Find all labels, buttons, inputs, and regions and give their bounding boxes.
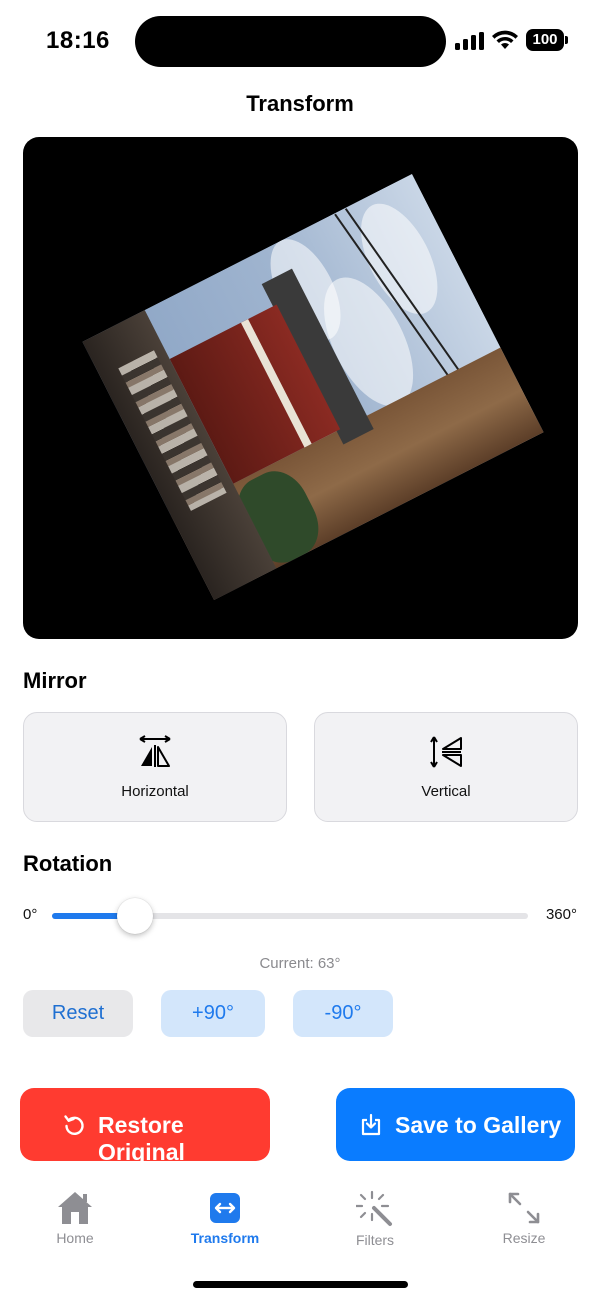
tab-filters-label: Filters — [355, 1232, 395, 1248]
battery-icon: 100 — [526, 29, 568, 51]
home-indicator — [193, 1281, 408, 1288]
rotate-plus-90-button[interactable]: +90° — [161, 990, 265, 1037]
transform-icon — [210, 1193, 240, 1223]
mirror-horizontal-label: Horizontal — [121, 783, 189, 800]
tab-resize[interactable]: Resize — [469, 1190, 579, 1246]
home-icon — [58, 1192, 92, 1224]
rotation-slider[interactable] — [52, 898, 528, 934]
status-time: 18:16 — [46, 27, 110, 54]
image-preview — [23, 137, 578, 639]
resize-icon — [508, 1192, 540, 1224]
mirror-vertical-label: Vertical — [421, 783, 471, 800]
flip-horizontal-icon — [139, 735, 171, 767]
tab-resize-label: Resize — [502, 1230, 546, 1246]
save-to-gallery-button[interactable]: Save to Gallery — [336, 1088, 575, 1161]
tab-transform[interactable]: Transform — [170, 1190, 280, 1246]
magic-wand-icon — [356, 1190, 392, 1226]
tab-filters[interactable]: Filters — [320, 1190, 430, 1248]
tab-transform-label: Transform — [190, 1230, 260, 1246]
restore-icon — [64, 1115, 84, 1135]
mirror-vertical-button[interactable]: Vertical — [314, 712, 578, 822]
status-bar: 18:16 100 — [0, 0, 600, 80]
signal-icon — [455, 32, 484, 50]
flip-vertical-icon — [430, 736, 462, 768]
battery-level: 100 — [526, 29, 564, 51]
mirror-horizontal-button[interactable]: Horizontal — [23, 712, 287, 822]
slider-max-label: 360° — [545, 906, 577, 923]
reset-button[interactable]: Reset — [23, 990, 133, 1037]
tab-home-label: Home — [56, 1230, 94, 1246]
restore-original-label: Restore Original — [98, 1112, 185, 1165]
rotated-photo — [82, 173, 544, 601]
tab-home[interactable]: Home — [20, 1190, 130, 1246]
rotate-minus-90-button[interactable]: -90° — [293, 990, 393, 1037]
mirror-section-title: Mirror — [23, 668, 87, 693]
page-title: Transform — [246, 91, 354, 116]
rotation-section-title: Rotation — [23, 851, 113, 876]
restore-original-button[interactable]: Restore Original — [20, 1088, 270, 1165]
save-to-gallery-label: Save to Gallery — [395, 1112, 562, 1138]
dynamic-island — [135, 16, 446, 67]
download-icon — [361, 1113, 381, 1136]
slider-thumb[interactable] — [117, 898, 154, 934]
slider-min-label: 0° — [23, 906, 38, 923]
wifi-icon — [492, 30, 518, 49]
current-rotation-text: Current: 63° — [259, 955, 341, 972]
